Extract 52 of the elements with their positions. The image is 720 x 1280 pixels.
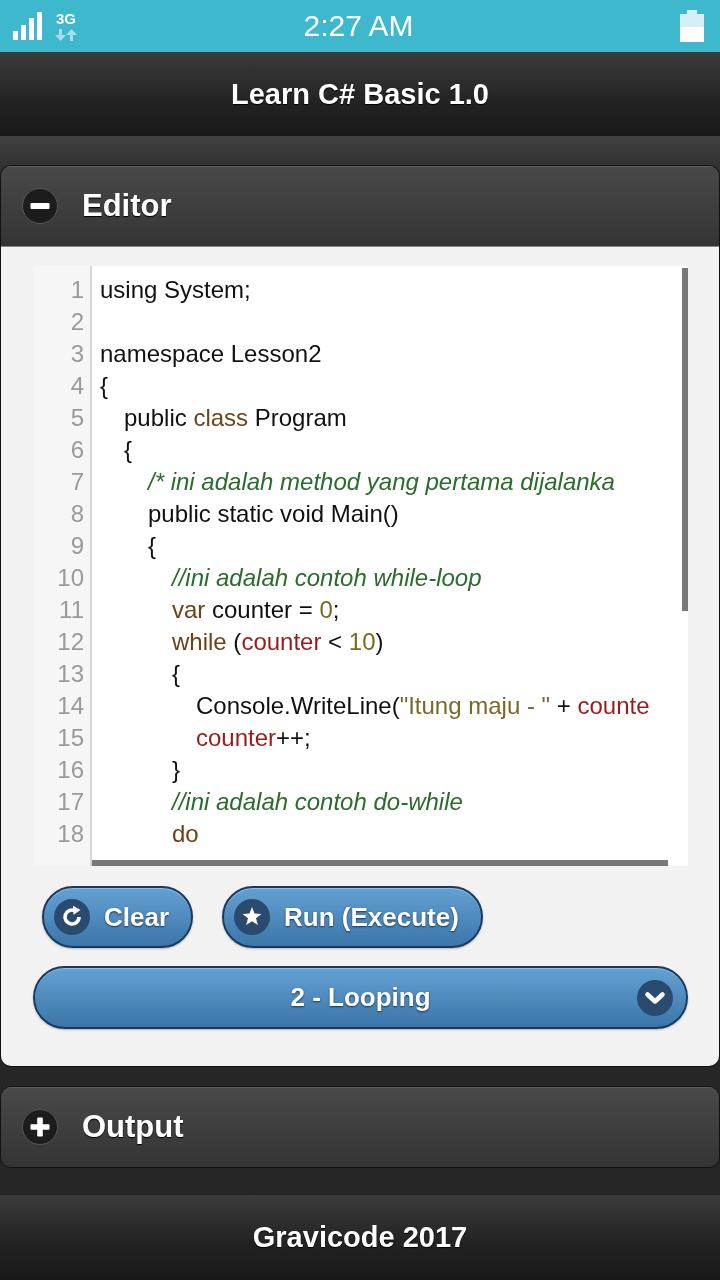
section-header[interactable]: Editor bbox=[1, 166, 719, 246]
chevron-down-icon bbox=[637, 979, 673, 1016]
line-number: 16 bbox=[57, 756, 84, 783]
code-editor-field[interactable] bbox=[92, 266, 688, 866]
footer-text: Gravicode 2017 bbox=[252, 1221, 468, 1254]
code-line: do bbox=[172, 819, 199, 849]
line-number: 3 bbox=[70, 340, 84, 367]
network-type: 3G bbox=[56, 11, 76, 26]
line-number: 8 bbox=[70, 500, 84, 527]
line-number: 5 bbox=[70, 404, 84, 431]
app-title: Learn C# Basic 1.0 bbox=[231, 77, 489, 111]
refresh-icon bbox=[54, 899, 90, 935]
code-line: using System; bbox=[100, 275, 251, 305]
code-line: counter++; bbox=[196, 723, 311, 753]
line-number: 10 bbox=[57, 564, 84, 591]
code-line: public class Program bbox=[124, 403, 347, 433]
code-line: public static void Main() bbox=[148, 499, 399, 529]
code-line: } bbox=[172, 755, 180, 785]
code-line: //ini adalah contoh while-loop bbox=[172, 563, 482, 593]
clock-time: 2:27 AM bbox=[303, 8, 414, 44]
line-number: 2 bbox=[70, 308, 84, 335]
code-line: //ini adalah contoh do-while bbox=[172, 787, 463, 817]
code-line: { bbox=[172, 659, 180, 689]
clear-button[interactable]: Clear bbox=[42, 886, 194, 948]
line-number: 11 bbox=[59, 596, 84, 623]
line-number: 7 bbox=[70, 468, 84, 495]
code-line: Console.WriteLine("Itung maju - " + counte bbox=[196, 691, 650, 721]
line-number: 9 bbox=[70, 532, 84, 559]
code-line: var counter = 0; bbox=[172, 595, 340, 625]
line-number: 6 bbox=[70, 436, 84, 463]
lesson-select[interactable]: 2 - Looping bbox=[33, 966, 688, 1029]
line-number: 14 bbox=[57, 692, 84, 719]
line-number: 1 bbox=[70, 276, 84, 303]
code-line: { bbox=[148, 531, 156, 561]
code-line: /* ini adalah method yang pertama dijalanka bbox=[148, 467, 615, 497]
battery-icon bbox=[680, 10, 704, 42]
section-header[interactable]: Output bbox=[1, 1087, 719, 1167]
line-number: 4 bbox=[70, 372, 84, 399]
code-line: namespace Lesson2 bbox=[100, 339, 322, 369]
code-line: { bbox=[100, 371, 108, 401]
code-line: while (counter < 10) bbox=[172, 627, 384, 657]
line-number: 18 bbox=[57, 820, 84, 847]
line-number: 15 bbox=[57, 724, 84, 751]
signal-icon bbox=[13, 12, 42, 40]
vertical-scrollbar[interactable] bbox=[682, 268, 688, 611]
horizontal-scrollbar[interactable] bbox=[92, 860, 668, 866]
line-number: 13 bbox=[57, 660, 84, 687]
line-number: 17 bbox=[57, 788, 84, 815]
run-button[interactable]: Run (Execute) bbox=[222, 886, 483, 948]
code-line: { bbox=[124, 435, 132, 465]
data-arrows-icon bbox=[55, 28, 77, 41]
line-number: 12 bbox=[57, 628, 84, 655]
